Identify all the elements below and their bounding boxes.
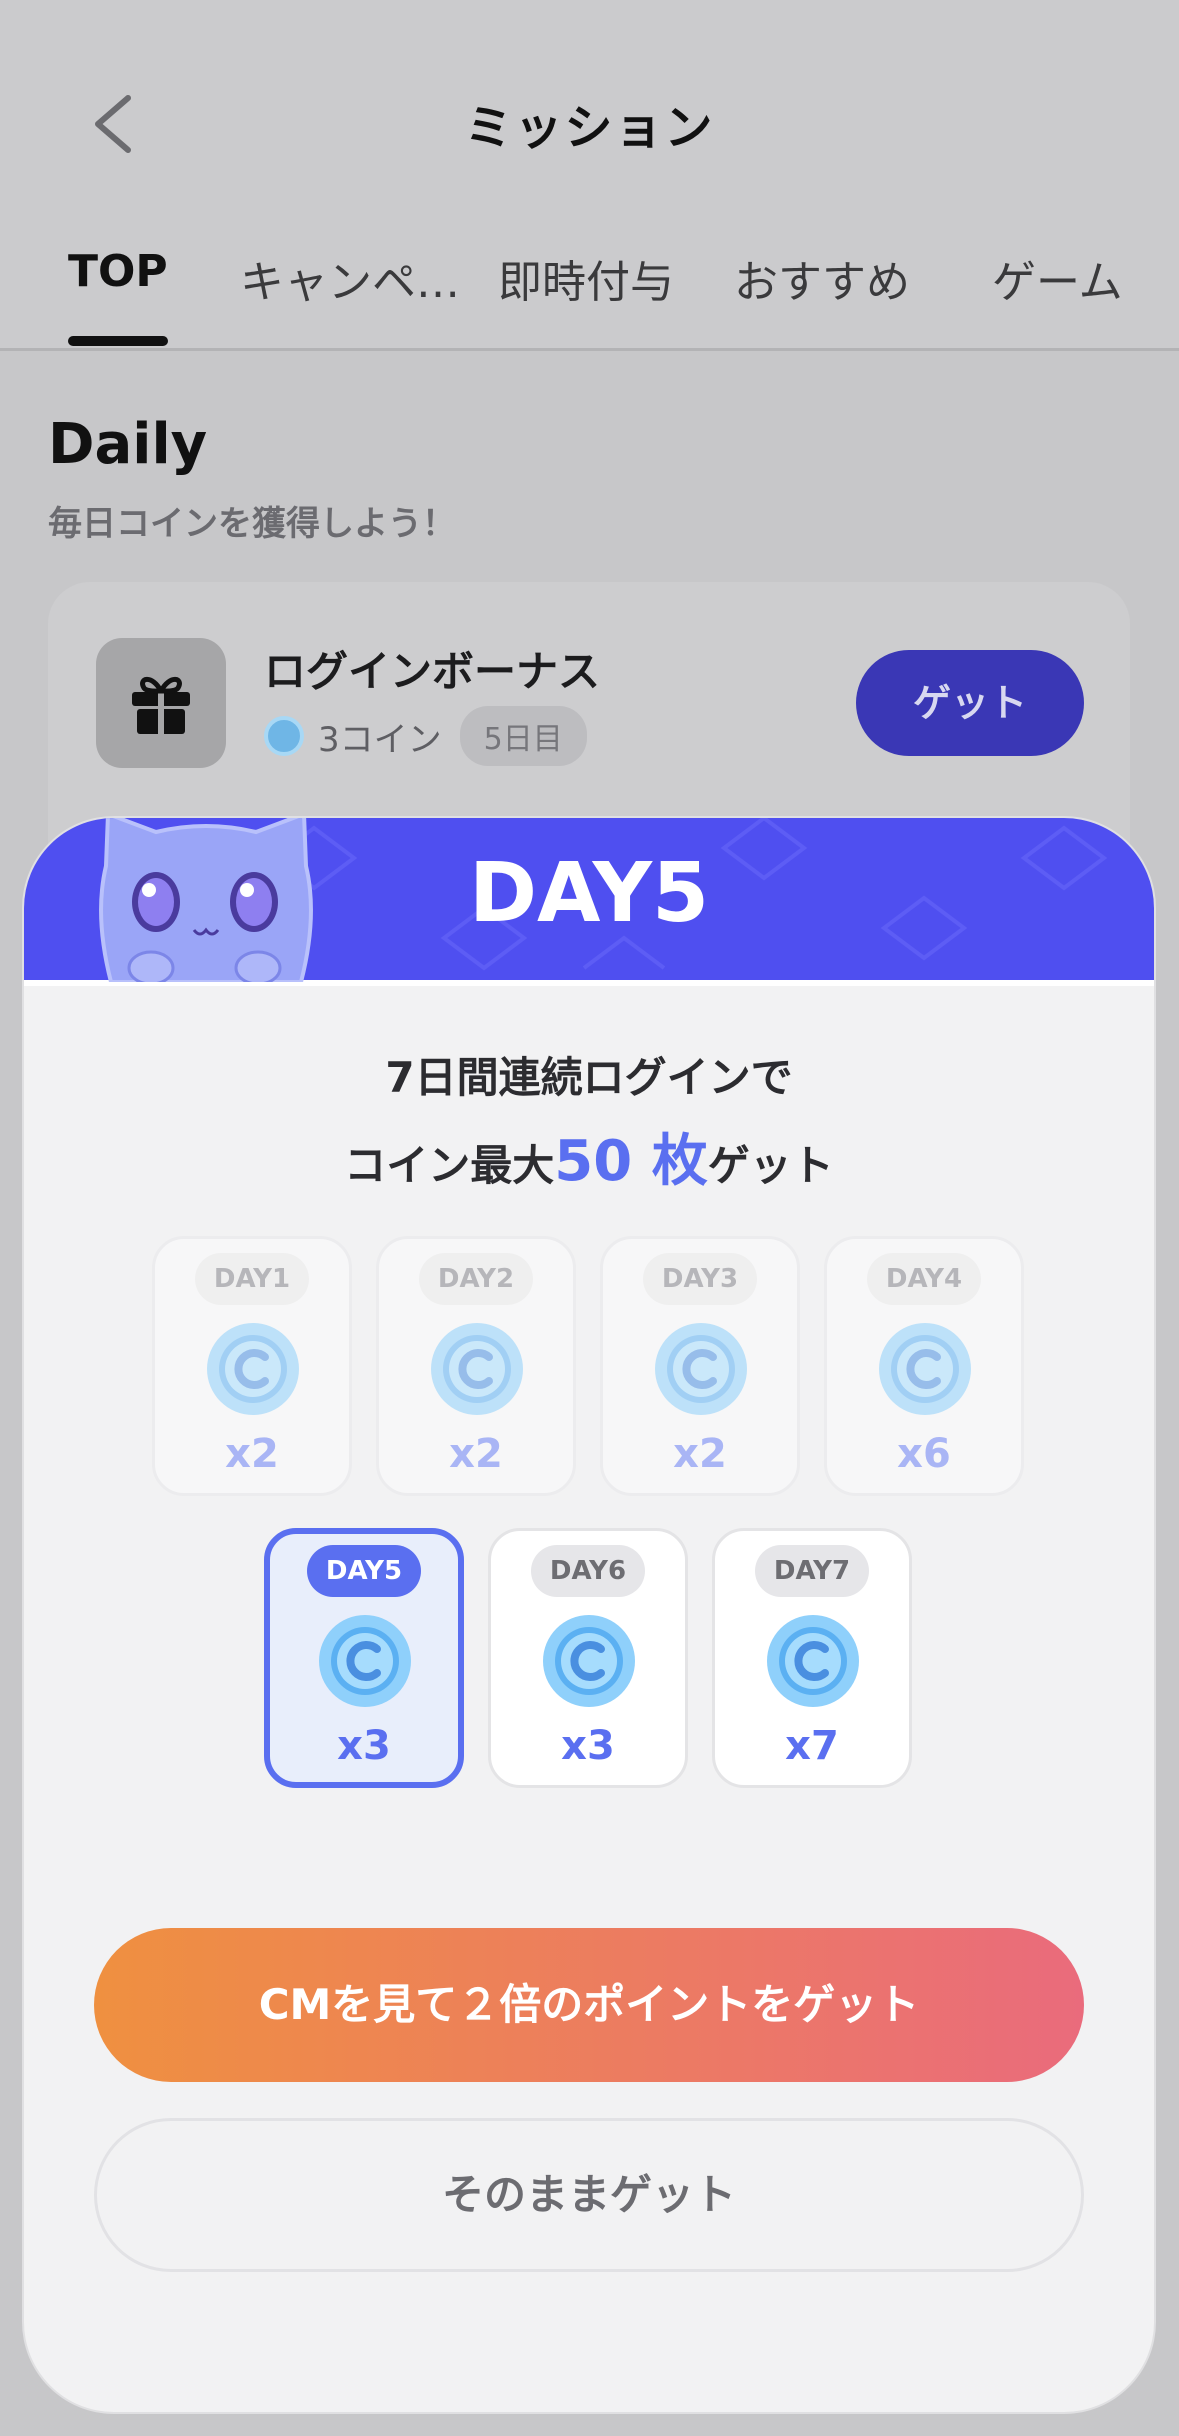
day-multiplier: x6: [897, 1431, 951, 1477]
coin-icon: [879, 1323, 971, 1415]
day-label: DAY3: [643, 1253, 757, 1305]
day-multiplier: x2: [225, 1431, 279, 1477]
cat-mascot-icon: [99, 818, 313, 982]
coin-icon: [767, 1615, 859, 1707]
coin-icon: [319, 1615, 411, 1707]
gift-icon-box: [96, 638, 226, 768]
active-tab-indicator: [68, 336, 168, 346]
headline-accent: 50 枚: [554, 1129, 708, 1194]
day-tile: DAY6 x3: [488, 1528, 688, 1788]
tab-campaign[interactable]: キャンペ…: [240, 246, 460, 310]
day-tile-current: DAY5 x3: [264, 1528, 464, 1788]
day-badge: 5日目: [459, 706, 587, 766]
day-label: DAY5: [307, 1545, 421, 1597]
tab-top[interactable]: TOP: [68, 246, 168, 297]
day-multiplier: x2: [673, 1431, 727, 1477]
day-label: DAY4: [867, 1253, 981, 1305]
tab-instant[interactable]: 即時付与: [498, 246, 674, 310]
day-multiplier: x3: [337, 1723, 391, 1769]
day-tile: DAY2 x2: [376, 1236, 576, 1496]
tab-recommended[interactable]: おすすめ: [734, 246, 910, 310]
day-tile: DAY4 x6: [824, 1236, 1024, 1496]
day-tile: DAY7 x7: [712, 1528, 912, 1788]
day-multiplier: x2: [449, 1431, 503, 1477]
modal-headline-line1: 7日間連続ログインで: [385, 1053, 793, 1102]
coin-amount: 3コイン: [318, 719, 442, 760]
modal-headline-line2: コイン最大50 枚ゲット: [24, 1116, 1154, 1197]
section-subtitle: 毎日コインを獲得しよう！: [48, 504, 456, 544]
page-title: ミッション: [464, 100, 715, 156]
headline-prefix: コイン最大: [344, 1141, 555, 1190]
day-label: DAY6: [531, 1545, 645, 1597]
get-button[interactable]: ゲット: [856, 650, 1084, 756]
day-tile: DAY1 x2: [152, 1236, 352, 1496]
day-label: DAY7: [755, 1545, 869, 1597]
tab-game[interactable]: ゲーム: [992, 246, 1123, 310]
section-title: Daily: [48, 412, 208, 477]
coin-icon: [431, 1323, 523, 1415]
day-multiplier: x7: [785, 1723, 839, 1769]
day-tile: DAY3 x2: [600, 1236, 800, 1496]
header: ミッション TOP キャンペ… 即時付与 おすすめ ゲーム: [0, 0, 1179, 351]
headline-suffix: ゲット: [707, 1141, 834, 1190]
day-label: DAY2: [419, 1253, 533, 1305]
watch-cm-button[interactable]: CMを見て２倍のポイントをゲット: [94, 1928, 1084, 2082]
tab-bar: TOP キャンペ… 即時付与 おすすめ ゲーム: [0, 230, 1179, 350]
gift-icon: [132, 676, 190, 734]
day-label: DAY1: [195, 1253, 309, 1305]
card-reward-row: 3コイン 5日目: [264, 706, 587, 766]
login-bonus-modal: DAY5 7日間連続ログインで コイン最大50 枚ゲット DAY1 x2 DAY…: [24, 818, 1154, 2412]
day-multiplier: x3: [561, 1723, 615, 1769]
coin-icon: [264, 716, 304, 756]
coin-icon: [207, 1323, 299, 1415]
card-title: ログインボーナス: [264, 647, 601, 696]
divider: [0, 348, 1179, 351]
get-as-is-button[interactable]: そのままゲット: [94, 2118, 1084, 2272]
coin-icon: [655, 1323, 747, 1415]
coin-icon: [543, 1615, 635, 1707]
